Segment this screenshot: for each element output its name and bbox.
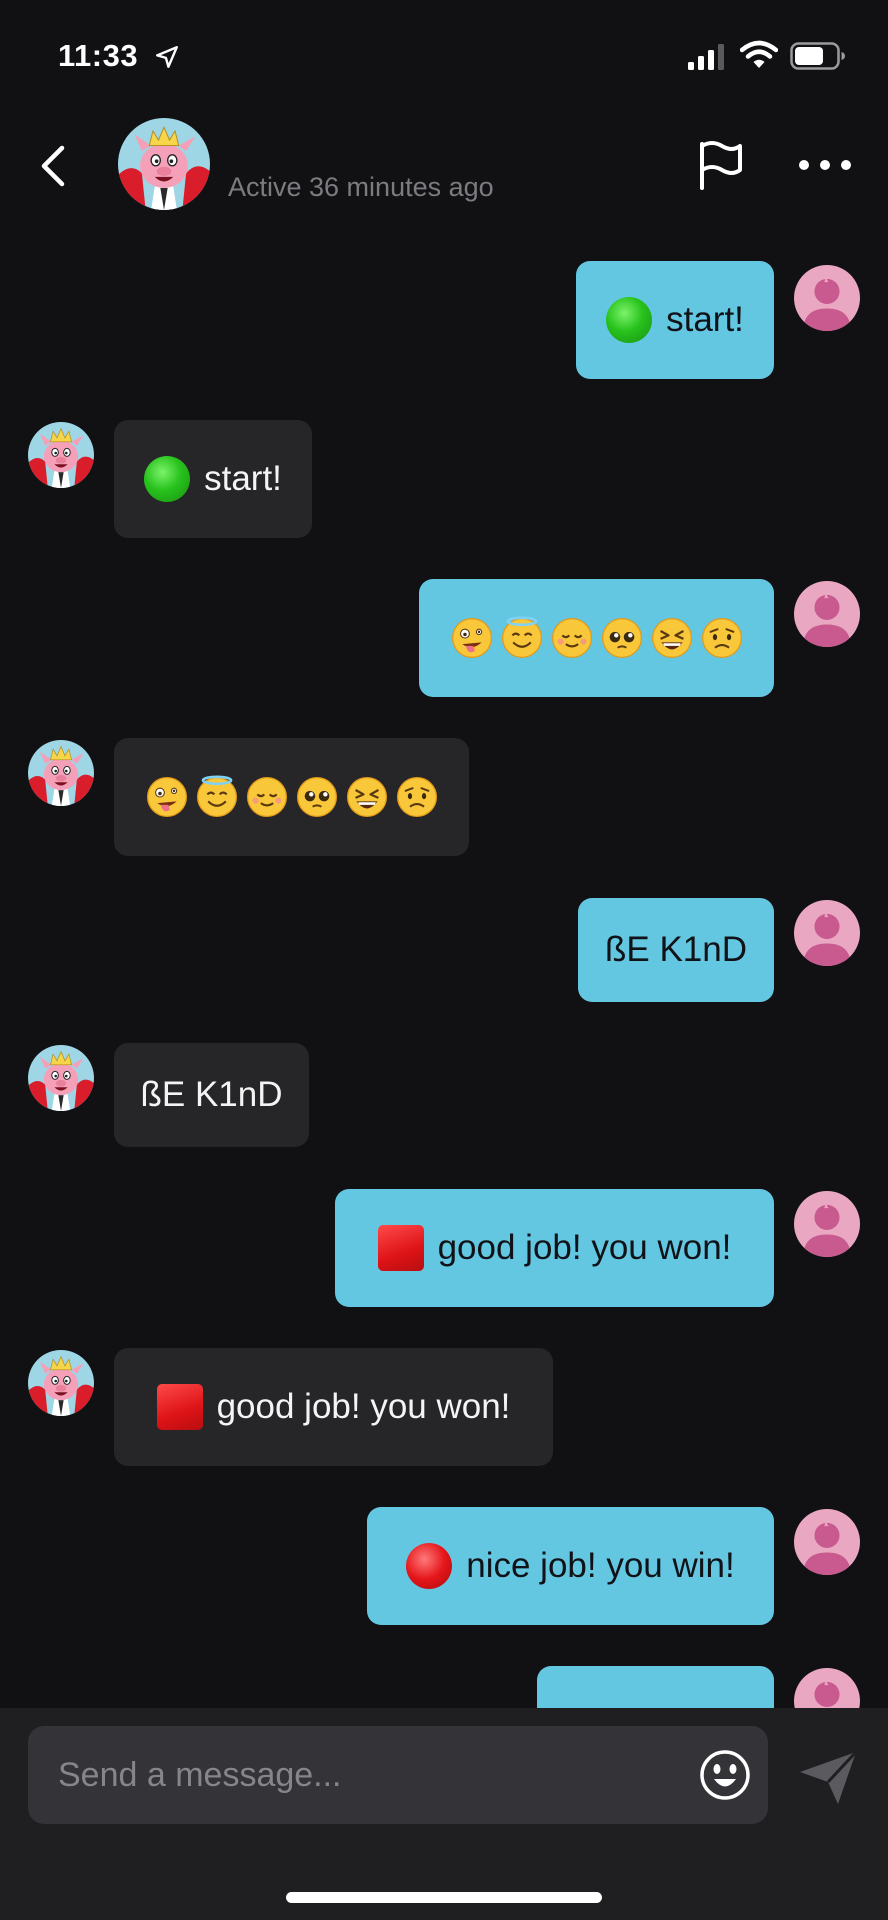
flag-icon[interactable] — [692, 136, 750, 194]
emoji-picker-icon[interactable] — [698, 1748, 752, 1802]
sent-message-bubble[interactable] — [419, 579, 774, 697]
my-avatar[interactable] — [794, 1509, 860, 1575]
status-bar: 11:33 — [0, 0, 888, 110]
message-text: ßE K1nD — [605, 930, 747, 969]
message-text: ßE K1nD — [140, 1075, 283, 1114]
my-avatar[interactable] — [794, 265, 860, 331]
sent-message-bubble[interactable]: good job! you won! — [335, 1189, 774, 1307]
pleading-face-icon — [600, 616, 644, 660]
smiling-face-icon — [245, 775, 289, 819]
red-square-emoji-icon — [377, 1225, 424, 1271]
back-chevron-icon[interactable] — [30, 138, 80, 194]
my-avatar[interactable] — [794, 1191, 860, 1257]
contact-avatar-small[interactable] — [28, 740, 94, 806]
sent-message-bubble[interactable]: start! — [576, 261, 774, 379]
my-avatar[interactable] — [794, 581, 860, 647]
worried-face-icon — [700, 616, 744, 660]
received-message-bubble[interactable] — [114, 738, 469, 856]
pleading-face-icon — [295, 775, 339, 819]
zany-face-icon — [145, 775, 189, 819]
status-time: 11:33 — [58, 38, 139, 73]
grinning-squinting-face-icon — [650, 616, 694, 660]
message-list[interactable]: start! start! ßE K1nD ßE K1nD good job! … — [0, 230, 888, 1708]
emoji-row — [145, 775, 439, 819]
message-input-placeholder: Send a message... — [58, 1756, 342, 1794]
message-text: good job! you won! — [437, 1228, 732, 1267]
message-text: start! — [666, 300, 744, 339]
message-composer: Send a message... — [0, 1708, 888, 1920]
message-text: start! — [204, 459, 282, 498]
worried-face-icon — [395, 775, 439, 819]
more-dots-icon[interactable] — [796, 150, 854, 180]
chat-header: Active 36 minutes ago — [0, 110, 888, 230]
smiling-face-with-halo-icon — [500, 616, 544, 660]
grinning-squinting-face-icon — [345, 775, 389, 819]
message-text: good job! you won! — [216, 1387, 511, 1426]
active-status: Active 36 minutes ago — [228, 172, 494, 202]
sent-message-bubble[interactable]: ßE K1nD — [578, 898, 774, 1002]
received-message-bubble[interactable]: good job! you won! — [114, 1348, 553, 1466]
red-square-emoji-icon — [156, 1384, 203, 1430]
zany-face-icon — [450, 616, 494, 660]
contact-avatar[interactable] — [118, 118, 210, 210]
my-avatar[interactable] — [794, 900, 860, 966]
green-circle-emoji-icon — [606, 297, 653, 343]
location-arrow-icon — [156, 46, 178, 68]
home-indicator[interactable] — [286, 1892, 602, 1903]
my-avatar[interactable] — [794, 1668, 860, 1708]
send-icon[interactable] — [796, 1748, 860, 1808]
wifi-icon — [740, 40, 778, 68]
red-circle-emoji-icon — [406, 1543, 453, 1589]
cellular-signal-icon — [688, 44, 724, 70]
received-message-bubble[interactable]: start! — [114, 420, 312, 538]
contact-avatar-small[interactable] — [28, 1350, 94, 1416]
contact-avatar-small[interactable] — [28, 422, 94, 488]
green-circle-emoji-icon — [144, 456, 191, 502]
message-text: nice job! you win! — [466, 1546, 735, 1585]
smiling-face-with-halo-icon — [195, 775, 239, 819]
smiling-face-icon — [550, 616, 594, 660]
sent-message-bubble-partial[interactable] — [537, 1666, 774, 1708]
message-input[interactable]: Send a message... — [28, 1726, 768, 1824]
emoji-row — [450, 616, 744, 660]
sent-message-bubble[interactable]: nice job! you win! — [367, 1507, 774, 1625]
received-message-bubble[interactable]: ßE K1nD — [114, 1043, 309, 1147]
contact-avatar-small[interactable] — [28, 1045, 94, 1111]
battery-icon — [790, 42, 845, 70]
